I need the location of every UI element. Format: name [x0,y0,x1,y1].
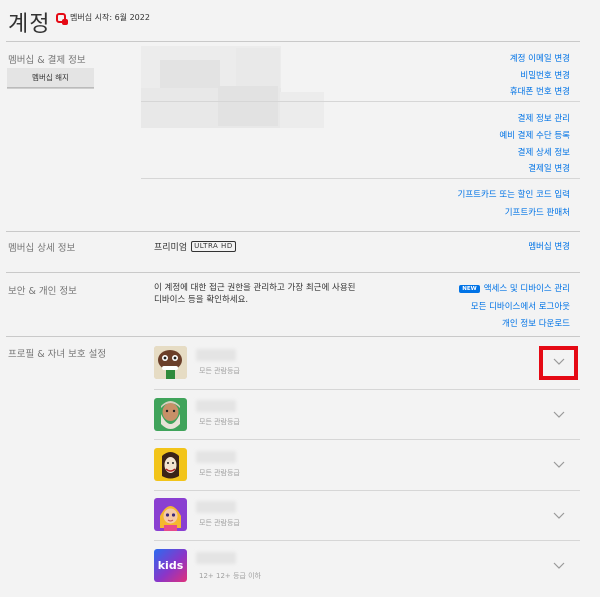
page-title: 계정 [8,12,51,37]
yellow-mask-icon [154,448,187,481]
chevron-down-icon[interactable] [553,410,565,420]
profile-avatar[interactable] [154,448,187,481]
divider [154,389,580,390]
profile-rating: 모든 관람등급 [199,469,240,477]
backup-payment-link[interactable]: 예비 결제 수단 등록 [499,129,570,141]
profile-avatar[interactable] [154,498,187,531]
redeem-gift-card-link[interactable]: 기프트카드 또는 할인 코드 입력 [458,188,570,200]
download-personal-info-link[interactable]: 개인 정보 다운로드 [502,317,570,329]
member-since-text: 멤버십 시작: 6월 2022 [70,13,150,22]
profile-rating: 12+ 12+ 등급 이하 [199,572,261,580]
new-badge: NEW [459,285,480,293]
green-bearded-man-icon [154,398,187,431]
membership-section-label: 멤버십 & 결제 정보 [8,55,86,66]
security-section-label: 보안 & 개인 정보 [8,286,77,297]
gift-card-retailers-link[interactable]: 기프트카드 판매처 [505,206,570,218]
divider [141,101,580,102]
membership-icon [56,12,68,25]
divider [141,178,580,179]
divider [6,336,580,337]
kids-icon: kids [157,559,184,572]
profile-name-blurred [196,552,236,564]
change-phone-link[interactable]: 휴대폰 번호 변경 [510,85,570,97]
divider [6,41,580,42]
highlight-box [539,346,578,380]
purple-girl-icon [154,498,187,531]
change-billing-date-link[interactable]: 결제일 변경 [528,162,570,174]
plan-name: 프리미엄 [154,243,188,253]
change-plan-link[interactable]: 멤버십 변경 [528,240,570,252]
divider [154,439,580,440]
manage-payment-link[interactable]: 결제 정보 관리 [518,112,570,124]
chevron-down-icon[interactable] [553,511,565,521]
billing-details-link[interactable]: 결제 상세 정보 [518,146,570,158]
cancel-membership-button[interactable]: 멤버십 해지 [7,68,94,88]
chevron-down-icon[interactable] [553,460,565,470]
divider [6,231,580,232]
profile-rating: 모든 관람등급 [199,367,240,375]
change-email-link[interactable]: 계정 이메일 변경 [510,52,570,64]
access-devices-link[interactable]: NEW 액세스 및 디바이스 관리 [459,282,570,294]
blurred-payment-info [280,92,324,128]
change-password-link[interactable]: 비밀번호 변경 [520,69,570,81]
sign-out-all-devices-link[interactable]: 모든 디바이스에서 로그아웃 [471,300,570,312]
access-devices-label: 액세스 및 디바이스 관리 [483,284,570,294]
profile-avatar[interactable]: kids [154,549,187,582]
member-since-badge: 멤버십 시작: 6월 2022 [56,12,150,25]
ultra-hd-badge: ULTRA HD [191,241,236,252]
divider [154,540,580,541]
chevron-down-icon[interactable] [553,561,565,571]
profile-avatar[interactable] [154,346,187,379]
blurred-payment-info [218,86,278,126]
brown-creature-icon [154,346,187,379]
security-description: 이 계정에 대한 접근 권한을 관리하고 가장 최근에 사용된 디바이스 등을 … [154,283,356,305]
profile-rating: 모든 관람등급 [199,519,240,527]
blurred-account-info [236,48,280,88]
divider [6,272,580,273]
profile-name-blurred [196,400,236,412]
plan-section-label: 멤버십 상세 정보 [8,243,76,254]
profile-name-blurred [196,451,236,463]
profile-name-blurred [196,349,236,361]
plan-info: 프리미엄 ULTRA HD [154,240,236,253]
profiles-section-label: 프로필 & 자녀 보호 설정 [8,349,107,360]
profile-name-blurred [196,501,236,513]
profile-rating: 모든 관람등급 [199,418,240,426]
divider [154,490,580,491]
profile-avatar[interactable] [154,398,187,431]
